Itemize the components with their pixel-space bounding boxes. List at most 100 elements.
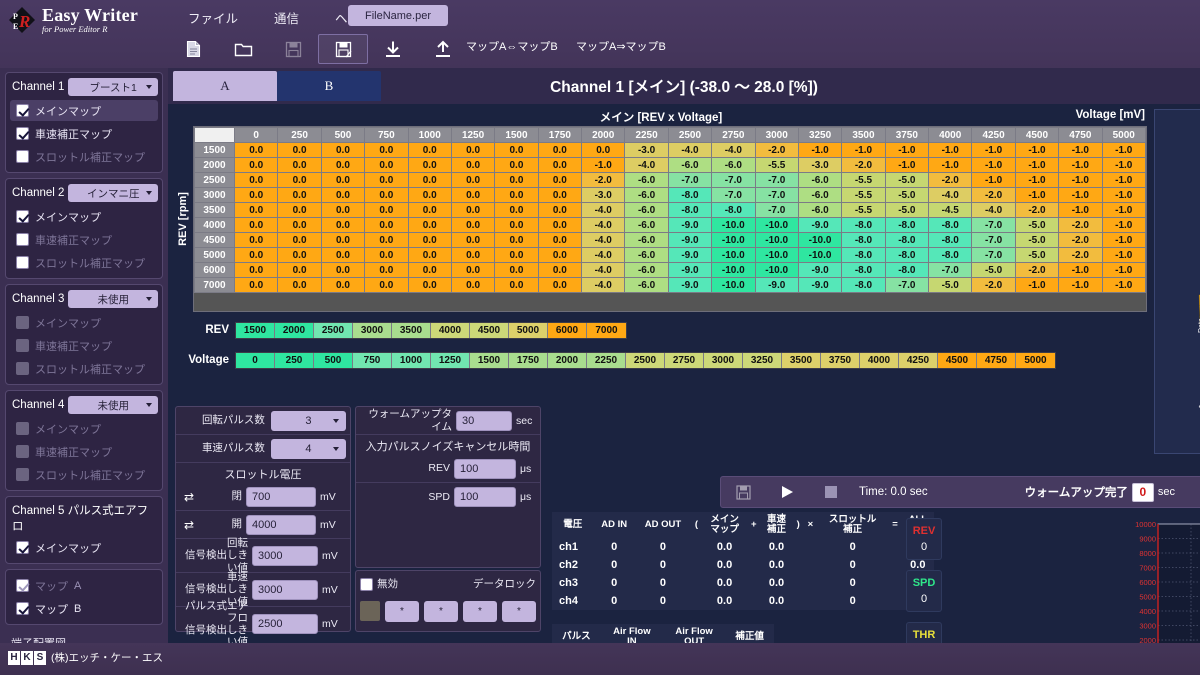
map-grid-cell[interactable]: 0.0 <box>235 248 278 263</box>
voltage-axis-cell[interactable]: 4250 <box>899 353 938 368</box>
map-grid-cell[interactable]: -2.0 <box>972 188 1015 203</box>
swap-arrows-icon[interactable]: ⇄ <box>180 490 198 504</box>
map-grid-cell[interactable]: -1.0 <box>1015 188 1058 203</box>
voltage-axis-cell[interactable]: 2500 <box>626 353 665 368</box>
voltage-axis-cell[interactable]: 1250 <box>431 353 470 368</box>
rev-axis-cell[interactable]: 2500 <box>314 323 353 338</box>
map-grid-cell[interactable]: -7.0 <box>712 188 755 203</box>
map-grid-cell[interactable]: -2.0 <box>842 158 885 173</box>
throttle-closed-input[interactable]: 700 <box>246 487 316 507</box>
map-grid-cell[interactable]: 0.0 <box>538 188 581 203</box>
voltage-axis-cell[interactable]: 4750 <box>977 353 1016 368</box>
map-grid-cell[interactable]: 0.0 <box>495 278 538 293</box>
upload-icon[interactable] <box>418 34 468 64</box>
map-grid-cell[interactable]: -1.0 <box>1059 158 1102 173</box>
map-grid-cell[interactable]: 0.0 <box>538 158 581 173</box>
map-grid-cell[interactable]: -8.0 <box>842 248 885 263</box>
swap-arrows-icon[interactable]: ⇄ <box>180 518 198 532</box>
map-grid-cell[interactable]: 0.0 <box>365 158 408 173</box>
map-grid-cell[interactable]: -1.0 <box>972 158 1015 173</box>
map-grid-cell[interactable]: -6.0 <box>712 158 755 173</box>
map-grid-row-header[interactable]: 3500 <box>195 203 235 218</box>
map-grid-cell[interactable]: 0.0 <box>495 218 538 233</box>
map-grid-cell[interactable]: 0.0 <box>538 233 581 248</box>
datalock-button[interactable]: * <box>424 601 458 622</box>
map-grid-cell[interactable]: -7.0 <box>972 248 1015 263</box>
map-grid-cell[interactable]: -6.0 <box>798 173 841 188</box>
map-grid-cell[interactable]: -9.0 <box>668 278 711 293</box>
rev-axis-cell[interactable]: 3000 <box>353 323 392 338</box>
map-grid-cell[interactable]: -9.0 <box>668 248 711 263</box>
map-grid-cell[interactable]: -4.0 <box>582 248 625 263</box>
map-grid-cell[interactable]: 0.0 <box>321 158 364 173</box>
map-grid-cell[interactable]: -2.0 <box>929 173 972 188</box>
map-grid-cell[interactable]: 0.0 <box>365 203 408 218</box>
map-grid-cell[interactable]: 0.0 <box>321 248 364 263</box>
map-grid-cell[interactable]: 0.0 <box>538 143 581 158</box>
map-grid-col-header[interactable]: 1500 <box>495 128 538 143</box>
map-grid-cell[interactable]: -1.0 <box>885 143 928 158</box>
map-grid-cell[interactable]: 0.0 <box>321 278 364 293</box>
map-grid-cell[interactable]: 0.0 <box>235 173 278 188</box>
map-grid-cell[interactable]: -4.5 <box>929 203 972 218</box>
map-grid-cell[interactable]: 0.0 <box>495 248 538 263</box>
map-grid-cell[interactable]: 0.0 <box>451 278 494 293</box>
map-grid-cell[interactable]: 0.0 <box>538 248 581 263</box>
map-grid-cell[interactable]: 0.0 <box>538 203 581 218</box>
map-grid-cell[interactable]: 0.0 <box>408 143 451 158</box>
map-grid-cell[interactable]: 0.0 <box>451 218 494 233</box>
channel-5-main-map-checkbox[interactable] <box>16 541 29 554</box>
map-grid-cell[interactable]: -7.0 <box>885 278 928 293</box>
map-grid-cell[interactable]: 0.0 <box>495 158 538 173</box>
map-grid-cell[interactable]: 0.0 <box>408 248 451 263</box>
voltage-axis-cell[interactable]: 3500 <box>782 353 821 368</box>
map-grid-col-header[interactable]: 3500 <box>842 128 885 143</box>
map-grid-cell[interactable]: 0.0 <box>495 143 538 158</box>
channel-1-throttle-map-checkbox[interactable] <box>16 150 29 163</box>
map-grid-cell[interactable]: -8.0 <box>842 218 885 233</box>
map-grid-cell[interactable]: -6.0 <box>798 203 841 218</box>
channel-2-speed-map-row[interactable]: 車速補正マップ <box>10 229 158 250</box>
voltage-axis-cell[interactable]: 3000 <box>704 353 743 368</box>
monitor-play-icon[interactable] <box>765 476 809 508</box>
datalock-button[interactable]: * <box>463 601 497 622</box>
map-grid-cell[interactable]: -7.0 <box>755 188 798 203</box>
menu-item-communication[interactable]: 通信 <box>256 3 317 32</box>
map-grid-cell[interactable]: -8.0 <box>885 263 928 278</box>
open-folder-icon[interactable] <box>218 34 268 64</box>
map-grid-col-header[interactable]: 1000 <box>408 128 451 143</box>
map-grid-cell[interactable]: -10.0 <box>712 263 755 278</box>
map-grid-cell[interactable]: 0.0 <box>278 143 321 158</box>
map-swap-a-to-b-button[interactable]: マップA⇒マップB <box>576 38 666 54</box>
map-grid-cell[interactable]: 0.0 <box>365 143 408 158</box>
map-grid-cell[interactable]: -9.0 <box>798 278 841 293</box>
map-grid-cell[interactable]: 0.0 <box>321 203 364 218</box>
map-grid-cell[interactable]: 0.0 <box>451 188 494 203</box>
map-grid-col-header[interactable]: 1250 <box>451 128 494 143</box>
menu-item-file[interactable]: ファイル <box>170 3 256 32</box>
map-grid-cell[interactable]: -1.0 <box>1015 158 1058 173</box>
map-swap-both-button[interactable]: マップA⇔マップB <box>466 38 558 54</box>
map-grid-cell[interactable]: -6.0 <box>625 248 668 263</box>
map-grid-row[interactable]: 15000.00.00.00.00.00.00.00.00.0-3.0-4.0-… <box>195 143 1146 158</box>
map-grid-cell[interactable]: -6.0 <box>625 233 668 248</box>
map-grid-cell[interactable]: -8.0 <box>885 218 928 233</box>
map-grid-cell[interactable]: -10.0 <box>755 218 798 233</box>
channel-1-speed-map-row[interactable]: 車速補正マップ <box>10 123 158 144</box>
map-grid-cell[interactable]: 0.0 <box>538 218 581 233</box>
map-grid-cell[interactable]: -10.0 <box>798 233 841 248</box>
map-grid-cell[interactable]: -6.0 <box>668 158 711 173</box>
map-grid-cell[interactable]: -8.0 <box>929 218 972 233</box>
download-icon[interactable] <box>368 34 418 64</box>
map-grid-cell[interactable]: 0.0 <box>408 233 451 248</box>
map-grid-cell[interactable]: -4.0 <box>582 203 625 218</box>
monitor-save-icon[interactable] <box>721 476 765 508</box>
map-grid-cell[interactable]: -1.0 <box>1102 173 1146 188</box>
map-grid-cell[interactable]: -2.0 <box>1059 218 1102 233</box>
map-grid-row[interactable]: 45000.00.00.00.00.00.00.00.0-4.0-6.0-9.0… <box>195 233 1146 248</box>
map-grid-cell[interactable]: -6.0 <box>625 278 668 293</box>
noise-rev-input[interactable]: 100 <box>454 459 516 479</box>
map-grid-cell[interactable]: -5.0 <box>972 263 1015 278</box>
map-grid-cell[interactable]: 0.0 <box>365 188 408 203</box>
noise-spd-input[interactable]: 100 <box>454 487 516 507</box>
